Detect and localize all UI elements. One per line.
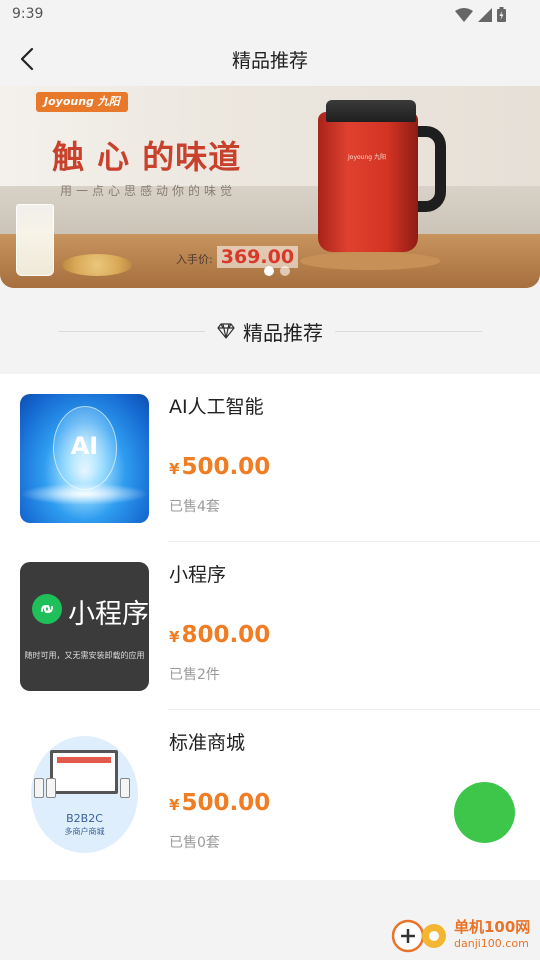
kettle-lid-image: [326, 100, 416, 122]
pagination-dot[interactable]: [280, 266, 290, 276]
banner-pagination: [264, 266, 290, 276]
page-title: 精品推荐: [231, 50, 308, 72]
price-value: 800.00: [181, 622, 271, 648]
status-bar: 9:39: [0, 0, 540, 32]
desktop-screen-graphic: [50, 750, 118, 794]
banner-subtitle: 用一点心思感动你的味觉: [60, 184, 237, 198]
product-name: AI人工智能: [169, 396, 264, 418]
diamond-icon: [217, 323, 235, 339]
phone-graphic: [34, 778, 44, 798]
brand-logo: Joyoung 九阳: [36, 92, 128, 112]
nav-bar: 精品推荐: [0, 32, 540, 86]
currency-symbol: ¥: [169, 628, 180, 646]
watermark-logo-icon: [390, 914, 450, 954]
product-thumbnail: 小程序 随时可用，又无需安装卸载的应用: [20, 562, 149, 691]
thumbnail-title: 小程序: [68, 599, 149, 630]
watermark-url: danji100.com: [454, 936, 529, 950]
thumbnail-subtitle: 随时可用，又无需安装卸载的应用: [24, 651, 145, 660]
phone-graphic: [46, 778, 56, 798]
kettle-base-image: [300, 252, 440, 270]
product-item[interactable]: AI AI人工智能 ¥500.00 已售4套: [0, 374, 540, 542]
watermark: 单机100网 danji100.com: [390, 914, 530, 954]
currency-symbol: ¥: [169, 460, 180, 478]
banner-price-value: 369.00: [216, 246, 299, 268]
product-sold-count: 已售0套: [169, 835, 220, 851]
milk-glass-image: [16, 204, 54, 276]
banner-price: 入手价: 369.00: [176, 246, 299, 268]
promo-banner[interactable]: Joyoung 九阳 触 心 的味道 用一点心思感动你的味觉 入手价: 369.…: [0, 86, 540, 288]
product-price: ¥500.00: [169, 454, 270, 480]
product-item[interactable]: 小程序 随时可用，又无需安装卸载的应用 小程序 ¥800.00 已售2件: [0, 542, 540, 710]
wifi-icon: [455, 7, 473, 22]
product-price: ¥800.00: [169, 622, 270, 648]
product-thumbnail: B2B2C 多商户商城: [20, 730, 149, 859]
ai-wave-graphic: [20, 483, 149, 505]
thumbnail-label: AI: [70, 432, 99, 460]
phone-graphic: [120, 778, 130, 798]
kettle-brand: Joyoung 九阳: [348, 154, 386, 161]
thumbnail-subtitle: 多商户商城: [64, 827, 105, 836]
banner-price-label: 入手价:: [176, 253, 213, 266]
signal-icon: [478, 7, 492, 22]
price-value: 500.00: [181, 454, 271, 480]
product-name: 小程序: [169, 564, 227, 586]
banner-slogan: 触 心 的味道: [52, 138, 242, 176]
product-name: 标准商城: [169, 732, 246, 754]
battery-icon: [497, 7, 506, 22]
soymilk-maker-image: [318, 112, 418, 252]
product-thumbnail: AI: [20, 394, 149, 523]
currency-symbol: ¥: [169, 796, 180, 814]
mini-program-logo-icon: [32, 594, 62, 624]
product-price: ¥500.00: [169, 790, 270, 816]
section-header: 精品推荐: [0, 300, 540, 362]
status-time: 9:39: [12, 6, 44, 22]
watermark-name: 单机100网: [454, 917, 531, 936]
floating-action-button[interactable]: [454, 782, 515, 843]
thumbnail-code: B2B2C: [66, 812, 103, 825]
pagination-dot[interactable]: [264, 266, 274, 276]
section-title: 精品推荐: [243, 320, 323, 345]
product-sold-count: 已售4套: [169, 499, 220, 515]
soybeans-image: [62, 254, 132, 276]
watermark-text: 单机100网 danji100.com: [454, 917, 531, 950]
section-title-group: 精品推荐: [205, 316, 335, 346]
price-value: 500.00: [181, 790, 271, 816]
status-icons: [455, 7, 506, 22]
product-sold-count: 已售2件: [169, 667, 220, 683]
